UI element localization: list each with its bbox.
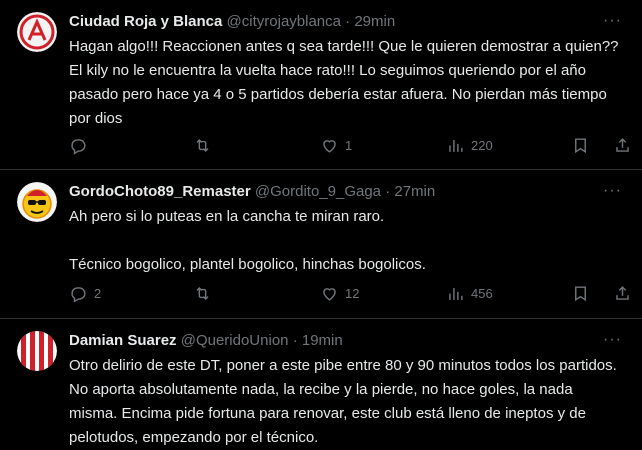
author-handle[interactable]: @QueridoUnion [181, 332, 289, 349]
tweet-text: Hagan algo!!! Reaccionen antes q sea tar… [69, 38, 623, 127]
views-count: 456 [471, 286, 493, 301]
avatar[interactable] [17, 12, 57, 52]
bookmark-button[interactable] [571, 284, 590, 303]
like-count: 12 [345, 286, 360, 301]
tweet-header: Ciudad Roja y Blanca @cityrojayblanca · … [69, 12, 602, 32]
bookmark-button[interactable] [571, 136, 590, 155]
retweet-button[interactable] [193, 136, 218, 155]
retweet-icon [196, 286, 209, 301]
reply-icon [71, 287, 86, 303]
views-icon [449, 287, 463, 300]
views-count: 220 [471, 138, 493, 153]
like-button[interactable]: 12 [320, 284, 359, 303]
avatar[interactable] [17, 331, 57, 371]
share-icon [616, 286, 629, 300]
timestamp[interactable]: 29min [354, 13, 395, 30]
views-icon [449, 139, 463, 152]
retweet-icon [196, 138, 209, 153]
like-icon [323, 140, 336, 153]
tweet-header: Damian Suarez @QueridoUnion · 19min [69, 331, 602, 351]
share-button[interactable] [613, 284, 632, 303]
views-button[interactable]: 220 [446, 136, 493, 155]
timestamp[interactable]: 19min [302, 332, 343, 349]
tweet-text: Ah pero si lo puteas en la cancha te mir… [69, 208, 426, 273]
more-icon[interactable]: ··· [603, 331, 622, 349]
separator: · [385, 183, 391, 200]
timestamp[interactable]: 27min [394, 183, 435, 200]
author-name[interactable]: Ciudad Roja y Blanca [69, 13, 222, 30]
author-name[interactable]: Damian Suarez [69, 332, 177, 349]
views-button[interactable]: 456 [446, 284, 493, 303]
author-handle[interactable]: @cityrojayblanca [227, 13, 341, 30]
retweet-button[interactable] [193, 284, 218, 303]
share-button[interactable] [613, 136, 632, 155]
avatar[interactable] [17, 182, 57, 222]
like-button[interactable]: 1 [320, 136, 352, 155]
action-bar: 1 220 [69, 136, 629, 156]
bookmark-icon [575, 286, 586, 302]
reply-count: 2 [94, 286, 102, 301]
more-icon[interactable]: ··· [603, 182, 622, 200]
tweet-2[interactable]: GordoChoto89_Remaster @Gordito_9_Gaga · … [0, 170, 642, 319]
reply-icon [71, 139, 86, 155]
author-handle[interactable]: @Gordito_9_Gaga [255, 183, 381, 200]
separator: · [345, 13, 351, 30]
bookmark-icon [575, 138, 586, 154]
like-count: 1 [345, 138, 353, 153]
tweet-3[interactable]: Damian Suarez @QueridoUnion · 19min ··· … [0, 319, 642, 447]
share-icon [616, 138, 629, 152]
tweet-1[interactable]: Ciudad Roja y Blanca @cityrojayblanca · … [0, 0, 642, 170]
reply-button[interactable]: 2 [69, 284, 101, 303]
action-bar: 2 12 456 [69, 284, 629, 304]
reply-button[interactable] [69, 136, 94, 155]
more-icon[interactable]: ··· [603, 12, 622, 30]
author-name[interactable]: GordoChoto89_Remaster [69, 183, 251, 200]
tweet-header: GordoChoto89_Remaster @Gordito_9_Gaga · … [69, 182, 602, 202]
like-icon [323, 288, 336, 301]
separator: · [292, 332, 298, 349]
tweet-text: Otro delirio de este DT, poner a este pi… [69, 357, 621, 446]
